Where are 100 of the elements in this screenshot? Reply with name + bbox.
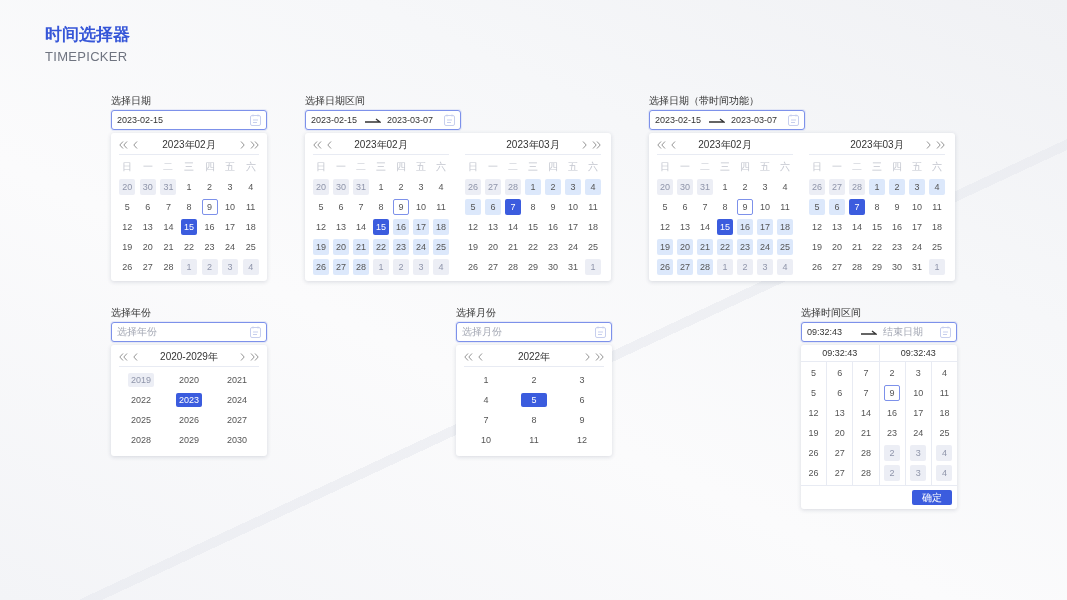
day-cell[interactable]: 12 [809,219,825,235]
day-cell[interactable]: 6 [829,199,845,215]
year-cell[interactable]: 2029 [176,433,202,447]
year-cell[interactable]: 2025 [128,413,154,427]
day-cell[interactable]: 8 [717,199,733,215]
time-cell[interactable]: 23 [884,425,901,441]
time-cell[interactable]: 26 [805,465,822,481]
day-cell[interactable]: 9 [201,199,218,215]
day-cell[interactable]: 12 [313,219,329,235]
day-cell[interactable]: 24 [413,239,429,255]
calendar-icon[interactable] [788,114,799,126]
chevron-right-icon[interactable] [585,352,590,361]
day-cell[interactable]: 7 [849,199,865,215]
day-cell[interactable]: 27 [139,259,156,275]
year-cell[interactable]: 2024 [224,393,250,407]
day-cell[interactable]: 22 [717,239,733,255]
day-cell[interactable]: 7 [505,199,521,215]
day-cell[interactable]: 28 [697,259,713,275]
day-cell[interactable]: 11 [242,199,259,215]
chevron-right-icon[interactable] [240,352,245,361]
day-cell[interactable]: 8 [373,199,389,215]
day-cell[interactable]: 16 [737,219,753,235]
day-cell[interactable]: 10 [565,199,581,215]
day-cell[interactable]: 6 [139,199,156,215]
day-cell[interactable]: 9 [393,199,409,215]
day-cell[interactable]: 4 [585,179,601,195]
day-cell[interactable]: 2 [545,179,561,195]
time-cell[interactable]: 19 [805,425,822,441]
calendar-icon[interactable] [940,326,951,338]
day-cell[interactable]: 10 [757,199,773,215]
chevron-left-icon[interactable] [327,140,332,149]
time-cell[interactable]: 25 [936,425,953,441]
time-cell[interactable]: 4 [936,365,953,381]
calendar-icon[interactable] [250,326,261,338]
day-cell[interactable]: 19 [465,239,481,255]
day-cell[interactable]: 16 [393,219,409,235]
day-cell[interactable]: 22 [373,239,389,255]
day-cell[interactable]: 14 [160,219,177,235]
day-cell[interactable]: 18 [242,219,259,235]
month-cell[interactable]: 6 [569,393,595,407]
day-cell[interactable]: 31 [565,259,581,275]
month-cell[interactable]: 1 [473,373,499,387]
day-cell[interactable]: 5 [465,199,481,215]
day-cell[interactable]: 31 [909,259,925,275]
day-cell[interactable]: 17 [909,219,925,235]
day-cell[interactable]: 21 [160,239,177,255]
month-cell[interactable]: 7 [473,413,499,427]
day-cell[interactable]: 5 [809,199,825,215]
year-cell[interactable]: 2026 [176,413,202,427]
day-cell[interactable]: 18 [929,219,945,235]
calendar-icon[interactable] [595,326,606,338]
day-cell[interactable]: 30 [889,259,905,275]
double-chevron-right-icon[interactable] [250,140,259,149]
day-cell[interactable]: 16 [889,219,905,235]
day-cell[interactable]: 26 [809,259,825,275]
day-cell[interactable]: 20 [139,239,156,255]
day-cell[interactable]: 22 [181,239,197,255]
day-cell[interactable]: 23 [545,239,561,255]
month-cell[interactable]: 9 [569,413,595,427]
day-cell[interactable]: 5 [657,199,673,215]
day-cell[interactable]: 13 [485,219,501,235]
day-cell[interactable]: 25 [777,239,793,255]
day-cell[interactable]: 14 [697,219,713,235]
year-cell[interactable]: 2022 [128,393,154,407]
time-cell[interactable]: 3 [910,365,927,381]
year-cell[interactable]: 2021 [224,373,250,387]
day-cell[interactable]: 20 [333,239,349,255]
time-cell[interactable]: 7 [857,365,874,381]
day-cell[interactable]: 13 [829,219,845,235]
time-cell[interactable]: 5 [805,365,822,381]
time-cell[interactable]: 11 [936,385,953,401]
chevron-left-icon[interactable] [671,140,676,149]
time-cell[interactable]: 9 [884,385,901,401]
double-chevron-right-icon[interactable] [592,140,601,149]
chevron-right-icon[interactable] [926,140,931,149]
day-cell[interactable]: 28 [160,259,177,275]
day-cell[interactable]: 11 [433,199,449,215]
day-cell[interactable]: 8 [525,199,541,215]
month-cell[interactable]: 5 [521,393,547,407]
double-chevron-left-icon[interactable] [119,352,128,361]
time-cell[interactable]: 28 [857,465,874,481]
day-cell[interactable]: 2 [201,179,218,195]
double-chevron-right-icon[interactable] [595,352,604,361]
day-cell[interactable]: 11 [585,199,601,215]
time-cell[interactable]: 27 [831,465,848,481]
time-cell[interactable]: 24 [910,425,927,441]
day-cell[interactable]: 4 [433,179,449,195]
day-cell[interactable]: 3 [909,179,925,195]
day-cell[interactable]: 6 [333,199,349,215]
time-cell[interactable]: 12 [805,405,822,421]
calendar-icon[interactable] [444,114,455,126]
double-chevron-left-icon[interactable] [119,140,128,149]
year-cell[interactable]: 2028 [128,433,154,447]
day-cell[interactable]: 1 [181,179,197,195]
day-cell[interactable]: 17 [222,219,239,235]
time-cell[interactable]: 17 [910,405,927,421]
time-cell[interactable]: 20 [831,425,848,441]
day-cell[interactable]: 15 [869,219,885,235]
year-cell[interactable]: 2030 [224,433,250,447]
day-cell[interactable]: 24 [222,239,239,255]
